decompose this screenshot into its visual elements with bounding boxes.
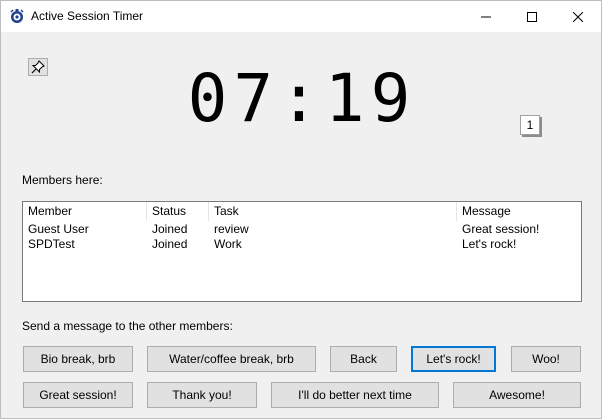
member-status: Joined (152, 222, 188, 236)
list-header: Member Status Task Message (23, 202, 581, 221)
member-message: Great session! (462, 222, 540, 236)
list-item[interactable]: Guest User Joined review Great session! (23, 222, 581, 237)
member-task: review (214, 222, 249, 236)
timer-app-icon (9, 8, 25, 24)
back-button[interactable]: Back (330, 346, 397, 372)
member-status: Joined (152, 237, 188, 251)
list-item[interactable]: SPDTest Joined Work Let's rock! (23, 237, 581, 252)
awesome-button[interactable]: Awesome! (453, 382, 581, 408)
member-message: Let's rock! (462, 237, 517, 251)
column-header-member[interactable]: Member (23, 202, 147, 221)
close-icon (573, 11, 583, 22)
bio-break-button[interactable]: Bio break, brb (23, 346, 133, 372)
woo-button[interactable]: Woo! (511, 346, 581, 372)
thank-you-button[interactable]: Thank you! (147, 382, 257, 408)
minimize-button[interactable] (463, 1, 509, 32)
title-bar[interactable]: Active Session Timer (1, 1, 601, 32)
minimize-icon (481, 16, 491, 17)
member-task: Work (214, 237, 242, 251)
members-label: Members here: (22, 173, 103, 187)
maximize-button[interactable] (509, 1, 555, 32)
member-name: Guest User (28, 222, 89, 236)
column-header-message[interactable]: Message (457, 202, 581, 221)
lets-rock-button[interactable]: Let's rock! (411, 346, 496, 372)
session-counter: 1 (520, 115, 540, 135)
column-header-task[interactable]: Task (209, 202, 457, 221)
send-message-label: Send a message to the other members: (22, 319, 233, 333)
member-name: SPDTest (28, 237, 75, 251)
great-session-button[interactable]: Great session! (23, 382, 133, 408)
maximize-icon (527, 11, 537, 22)
water-coffee-break-button[interactable]: Water/coffee break, brb (147, 346, 316, 372)
app-window: Active Session Timer 07:19 1 Members her… (0, 0, 602, 419)
column-header-status[interactable]: Status (147, 202, 209, 221)
timer-display: 07:19 (187, 60, 417, 137)
window-title: Active Session Timer (31, 9, 144, 23)
do-better-next-time-button[interactable]: I'll do better next time (271, 382, 439, 408)
members-list[interactable]: Member Status Task Message Guest User Jo… (22, 201, 582, 302)
close-button[interactable] (555, 1, 601, 32)
